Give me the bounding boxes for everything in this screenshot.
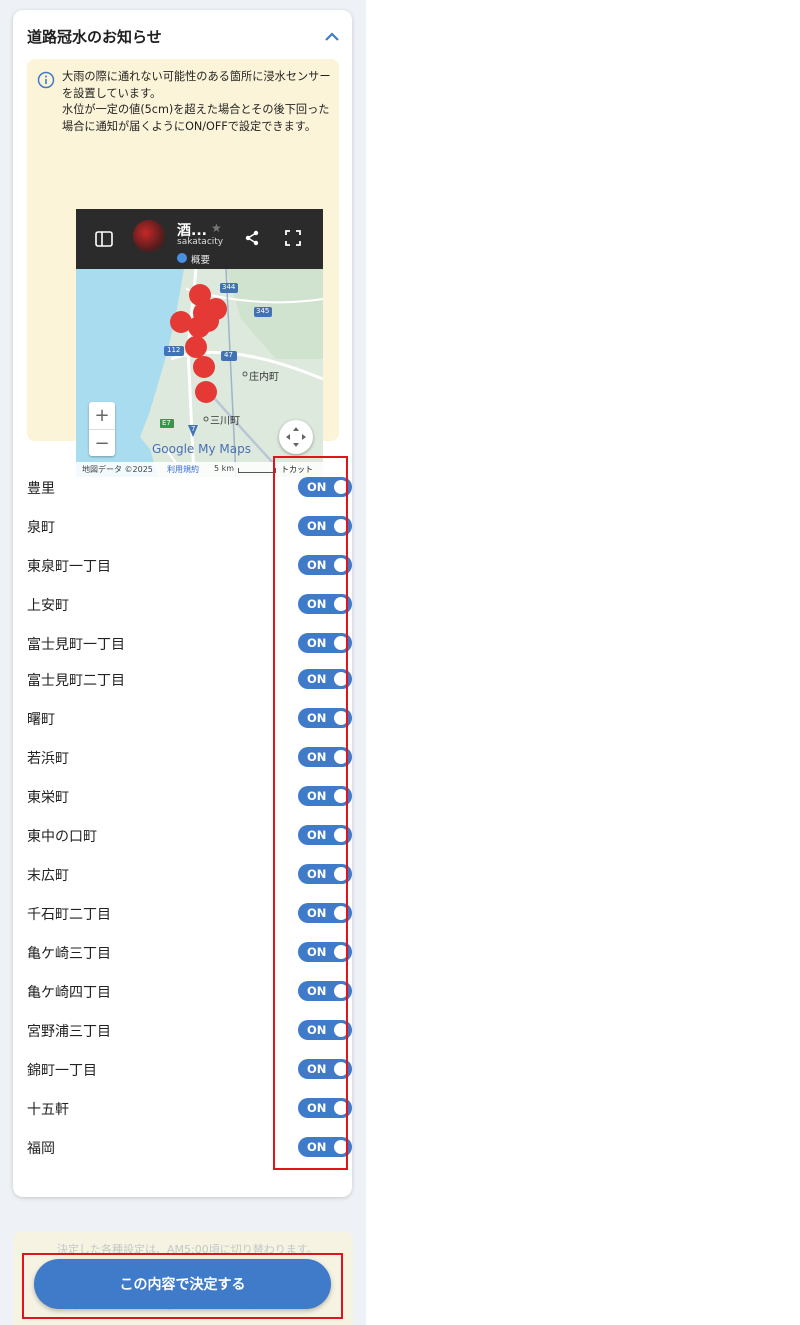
map-overview-link[interactable]: 概要 — [191, 252, 210, 266]
submit-highlight-frame — [22, 1253, 343, 1319]
map-avatar — [133, 220, 165, 252]
location-label: 宮野浦三丁目 — [27, 1024, 111, 1040]
zoom-in-button[interactable]: + — [89, 402, 115, 429]
road-344-label: 344 — [222, 283, 236, 291]
map-scale: 5 km — [214, 464, 235, 473]
recenter-icon — [286, 427, 306, 447]
star-icon[interactable]: ★ — [211, 221, 222, 235]
notice-box: 大雨の際に通れない可能性のある箇所に浸水センサーを設置しています。 水位が一定の… — [27, 59, 339, 477]
toggles-highlight-frame — [273, 456, 348, 1170]
section-title: 道路冠水のお知らせ — [27, 28, 162, 46]
map-scale-bar — [238, 468, 276, 473]
location-label: 亀ケ崎四丁目 — [27, 985, 111, 1001]
location-label: 上安町 — [27, 598, 69, 614]
location-label: 千石町二丁目 — [27, 907, 111, 923]
zoom-control: + − — [89, 402, 115, 456]
place-label-mikawa: 三川町 — [210, 416, 240, 427]
map-header-bar: 酒... ★ sakatacity 概要 — [76, 209, 323, 269]
road-7-label: 7 — [191, 425, 196, 433]
location-label: 富士見町二丁目 — [27, 673, 125, 689]
road-e7-label: E7 — [162, 419, 171, 427]
map-account: sakatacity — [177, 237, 224, 247]
place-label-shonai: 庄内町 — [249, 372, 279, 383]
zoom-out-button[interactable]: − — [89, 429, 115, 457]
location-label: 曙町 — [27, 712, 55, 728]
embedded-map[interactable]: 344 345 112 47 E7 7 庄内町 三川町 Google My Ma… — [76, 209, 323, 477]
location-label: 福岡 — [27, 1141, 55, 1157]
overview-info-icon — [177, 253, 187, 263]
location-label: 東泉町一丁目 — [27, 559, 111, 575]
recenter-button[interactable] — [279, 420, 313, 454]
collapse-chevron-up-icon[interactable] — [321, 27, 343, 47]
share-icon[interactable] — [244, 230, 260, 246]
road-345-label: 345 — [256, 307, 270, 315]
notice-text: 大雨の際に通れない可能性のある箇所に浸水センサーを設置しています。 水位が一定の… — [62, 70, 331, 133]
info-icon — [37, 71, 55, 89]
location-label: 末広町 — [27, 868, 69, 884]
location-label: 豊里 — [27, 481, 55, 497]
road-112-label: 112 — [167, 346, 181, 354]
location-label: 富士見町一丁目 — [27, 637, 125, 653]
location-label: 亀ケ崎三丁目 — [27, 946, 111, 962]
location-label: 錦町一丁目 — [27, 1063, 97, 1079]
map-brand: Google My Maps — [152, 442, 251, 456]
location-label: 十五軒 — [27, 1102, 69, 1118]
location-label: 東中の口町 — [27, 829, 97, 845]
location-label: 若浜町 — [27, 751, 69, 767]
road-47-label: 47 — [224, 351, 233, 359]
location-label: 東栄町 — [27, 790, 69, 806]
location-label: 泉町 — [27, 520, 55, 536]
sidebar-toggle-icon[interactable] — [95, 231, 113, 247]
fullscreen-icon[interactable] — [285, 230, 301, 246]
